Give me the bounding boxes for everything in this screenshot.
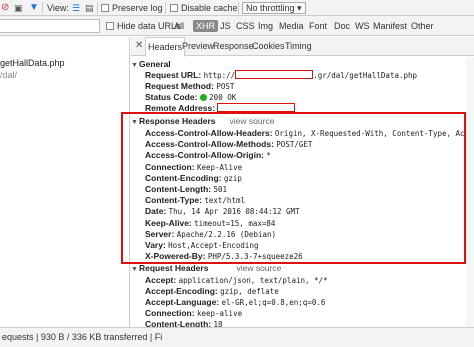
status-dot-icon xyxy=(199,94,207,101)
detail-tabs: ✕ Headers Preview Response Cookies Timin… xyxy=(131,37,474,57)
status-code-label: Status Code: xyxy=(145,92,198,102)
general-section-header[interactable]: ▼General xyxy=(131,59,171,70)
hide-data-urls-label: Hide data URLs xyxy=(117,21,181,31)
request-header-row: Accept: application/json, text/plain, */… xyxy=(145,275,328,286)
clear-icon[interactable]: ⊘ xyxy=(1,2,9,14)
general-title: General xyxy=(139,59,171,69)
status-bar: equests | 930 B / 336 KB transferred | F… xyxy=(0,327,474,347)
status-code-value: 200 OK xyxy=(209,93,237,102)
request-header-value: gzip, deflate xyxy=(220,287,279,296)
divider xyxy=(238,2,239,14)
request-header-row: Connection: keep-alive xyxy=(145,308,242,319)
scrollbar[interactable] xyxy=(466,57,474,327)
request-url-label: Request URL: xyxy=(145,70,202,80)
expand-triangle-icon: ▼ xyxy=(131,62,138,69)
request-url-suffix: .gr/dal/getHallData.php xyxy=(313,71,418,80)
request-list: getHallData.php /dal/ xyxy=(0,37,130,327)
divider xyxy=(42,2,43,14)
request-headers-title: Request Headers xyxy=(139,263,209,273)
throttling-select[interactable]: No throttling ▾ xyxy=(242,2,306,14)
type-css[interactable]: CSS xyxy=(236,20,255,32)
view-label: View: xyxy=(47,3,69,13)
request-header-key: Connection: xyxy=(145,308,195,318)
type-ws[interactable]: WS xyxy=(355,20,370,32)
filter-input[interactable] xyxy=(0,19,100,33)
request-name[interactable]: getHallData.php xyxy=(0,58,65,69)
large-rows-icon[interactable]: ☰ xyxy=(72,2,80,14)
request-header-key: Accept-Encoding: xyxy=(145,286,218,296)
type-media[interactable]: Media xyxy=(279,20,304,32)
request-method-row: Request Method: POST xyxy=(145,81,234,92)
status-code-row: Status Code: 200 OK xyxy=(145,92,236,103)
request-method-value: POST xyxy=(216,82,235,91)
type-other[interactable]: Other xyxy=(411,20,434,32)
request-method-label: Request Method: xyxy=(145,81,214,91)
view-source-link[interactable]: view source xyxy=(236,263,281,273)
tab-timing[interactable]: Timing xyxy=(283,37,314,56)
request-header-row: Accept-Language: el-GR,el;q=0.8,en;q=0.6 xyxy=(145,297,325,308)
request-header-row: Content-Length: 18 xyxy=(145,319,223,327)
type-manifest[interactable]: Manifest xyxy=(373,20,407,32)
tab-cookies[interactable]: Cookies xyxy=(250,37,287,56)
camera-icon[interactable]: ▣ xyxy=(14,2,23,14)
redacted-box xyxy=(235,70,314,79)
type-js[interactable]: JS xyxy=(220,20,231,32)
divider xyxy=(165,2,166,14)
request-header-value: el-GR,el;q=0.8,en;q=0.6 xyxy=(221,298,326,307)
disable-cache-checkbox[interactable]: Disable cache xyxy=(170,2,238,14)
request-header-key: Accept-Language: xyxy=(145,297,220,307)
type-doc[interactable]: Doc xyxy=(334,20,350,32)
request-url-row: Request URL: http:// .gr/dal/getHallData.… xyxy=(145,70,417,81)
tab-response[interactable]: Response xyxy=(211,37,256,56)
type-img[interactable]: Img xyxy=(258,20,273,32)
filter-bar: Hide data URLs All XHR JS CSS Img Media … xyxy=(0,16,474,36)
request-headers-section-header[interactable]: ▼Request Headers view source xyxy=(131,263,281,274)
request-header-value: keep-alive xyxy=(196,309,243,318)
request-header-value: application/json, text/plain, */* xyxy=(178,276,328,285)
request-header-key: Accept: xyxy=(145,275,177,285)
preserve-log-checkbox[interactable]: Preserve log xyxy=(101,2,163,14)
filter-icon[interactable]: ▼ xyxy=(29,2,39,14)
close-icon[interactable]: ✕ xyxy=(135,40,143,52)
request-header-key: Content-Length: xyxy=(145,319,212,327)
request-path: /dal/ xyxy=(0,70,18,80)
disable-cache-label: Disable cache xyxy=(181,3,238,13)
overview-icon[interactable]: ▤ xyxy=(85,2,94,14)
expand-triangle-icon: ▼ xyxy=(131,266,138,273)
request-header-row: Accept-Encoding: gzip, deflate xyxy=(145,286,279,297)
network-toolbar: ⊘ ▣ ▼ View: ☰ ▤ Preserve log Disable cac… xyxy=(0,0,474,16)
type-xhr[interactable]: XHR xyxy=(193,20,219,32)
divider xyxy=(97,2,98,14)
hide-data-urls-checkbox[interactable]: Hide data URLs xyxy=(106,20,181,32)
throttling-value: No throttling xyxy=(246,3,295,13)
preserve-log-label: Preserve log xyxy=(112,3,163,13)
type-font[interactable]: Font xyxy=(309,20,327,32)
request-header-value: 18 xyxy=(213,320,223,327)
highlight-box xyxy=(121,112,466,264)
redacted-box xyxy=(217,103,296,112)
type-all[interactable]: All xyxy=(174,20,184,32)
request-url-prefix: http:// xyxy=(203,71,236,80)
